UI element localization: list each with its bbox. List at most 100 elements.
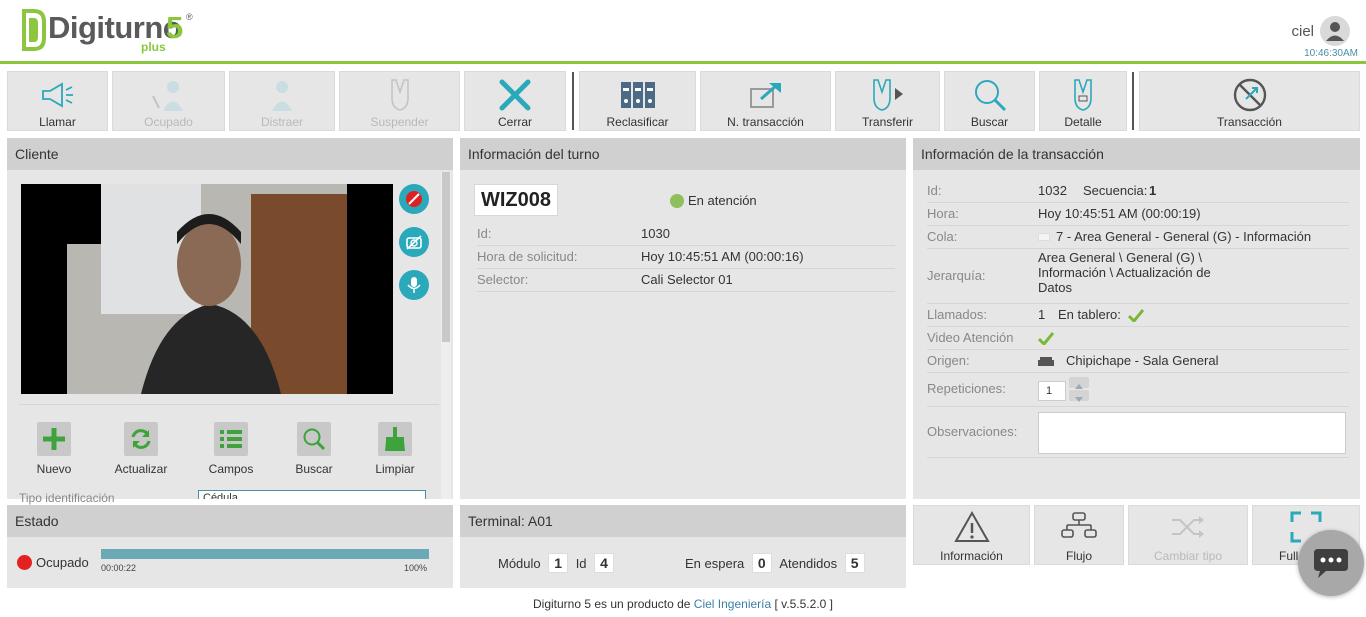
app-header: Digiturno 5 ® plus ciel 10:46:30AM — [0, 0, 1366, 64]
camera-off-button[interactable] — [399, 227, 429, 257]
tx-row-video: Video Atención — [927, 327, 1349, 350]
nuevo-button[interactable]: Nuevo — [18, 422, 90, 476]
footer-version: [ v.5.5.2.0 ] — [774, 597, 833, 611]
tipo-identificacion-field[interactable]: Cédula — [198, 490, 426, 499]
shuffle-icon — [1172, 516, 1204, 538]
tx-row-origen: Origen: Chipichape - Sala General — [927, 350, 1349, 373]
toolbar-button-detalle[interactable]: Detalle — [1039, 71, 1127, 131]
scrollbar-thumb[interactable] — [442, 172, 450, 342]
tx-row-cola: Cola: 7 - Area General - General (G) - I… — [927, 226, 1349, 249]
hangup-button[interactable] — [399, 184, 429, 214]
toolbar-button-n-transaccion[interactable]: N. transacción — [700, 71, 831, 131]
divider — [19, 404, 439, 405]
informacion-button[interactable]: Información — [913, 505, 1030, 565]
microphone-button[interactable] — [399, 270, 429, 300]
broom-icon — [385, 427, 405, 451]
user-name[interactable]: ciel — [1291, 23, 1314, 40]
footer-text: Digiturno 5 es un producto de — [533, 597, 691, 611]
turno-row: Id: 1030 — [477, 223, 895, 246]
logo-mark-icon — [22, 9, 46, 51]
transfer-icon — [872, 79, 903, 111]
terminal-panel: Terminal: A01 Módulo 1 Id 4 En espera 0 … — [460, 505, 906, 588]
turno-row: Selector: Cali Selector 01 — [477, 269, 895, 292]
elapsed-time: 00:00:22 — [101, 563, 137, 573]
modulo-label: Módulo — [498, 556, 541, 571]
estado-panel: Estado Ocupado 00:00:22 100% — [7, 505, 453, 588]
check-icon — [1038, 332, 1054, 345]
observaciones-textarea[interactable] — [1038, 412, 1346, 454]
footer-link[interactable]: Ciel Ingeniería — [694, 597, 771, 611]
terminal-stats: Módulo 1 Id 4 — [498, 553, 614, 574]
new-transaction-icon — [749, 83, 781, 108]
queue-icon — [1038, 233, 1050, 241]
flow-icon — [1061, 512, 1097, 538]
digiturno-logo: Digiturno 5 ® plus — [20, 8, 220, 54]
toolbar-button-suspender[interactable]: Suspender — [339, 71, 460, 131]
progress-track — [101, 549, 429, 559]
binders-icon — [620, 82, 655, 108]
megaphone-icon — [41, 82, 73, 108]
flujo-button[interactable]: Flujo — [1034, 505, 1124, 565]
client-video — [21, 184, 393, 394]
warning-icon — [953, 510, 990, 542]
toolbar-label: Transferir — [862, 115, 913, 129]
turno-panel: Información del turno WIZ008 En atención… — [460, 138, 906, 499]
search-icon — [303, 428, 326, 451]
repeticiones-input[interactable]: 1 — [1038, 381, 1066, 401]
limpiar-label: Limpiar — [375, 462, 415, 476]
search-icon — [974, 80, 1006, 112]
toolbar-button-llamar[interactable]: Llamar — [7, 71, 108, 131]
list-icon — [220, 430, 242, 448]
microphone-icon — [407, 277, 421, 293]
cliente-title: Cliente — [7, 138, 453, 170]
toolbar-button-cerrar[interactable]: Cerrar — [464, 71, 566, 131]
campos-button[interactable]: Campos — [195, 422, 267, 476]
limpiar-button[interactable]: Limpiar — [359, 422, 431, 476]
ticket-code: WIZ008 — [474, 184, 558, 216]
toolbar-label: Ocupado — [144, 115, 193, 129]
logo-registered: ® — [186, 12, 193, 22]
stop-icon — [406, 191, 422, 207]
toolbar-button-reclasificar[interactable]: Reclasificar — [579, 71, 696, 131]
spin-up-button[interactable] — [1069, 377, 1089, 389]
check-icon — [1128, 309, 1144, 322]
transaccion-title: Información de la transacción — [913, 138, 1360, 170]
toolbar-button-transaccion[interactable]: Transacción — [1139, 71, 1360, 131]
no-transaction-icon — [1233, 78, 1266, 112]
tx-row-observaciones: Observaciones: — [927, 407, 1349, 458]
user-avatar-icon[interactable] — [1320, 16, 1350, 46]
chat-button[interactable] — [1298, 530, 1364, 596]
nuevo-label: Nuevo — [36, 462, 72, 476]
plus-icon — [43, 428, 65, 450]
clock: 10:46:30AM — [1304, 48, 1358, 59]
cambiar-tipo-button[interactable]: Cambiar tipo — [1128, 505, 1248, 565]
actualizar-button[interactable]: Actualizar — [105, 422, 177, 476]
actualizar-label: Actualizar — [114, 462, 168, 476]
espera-value: 0 — [751, 553, 772, 573]
cliente-scrollbar[interactable] — [441, 172, 451, 499]
spin-down-button[interactable] — [1069, 390, 1089, 402]
detail-icon — [1074, 79, 1092, 111]
tipo-identificacion-label: Tipo identificación — [19, 491, 115, 505]
atendidos-value: 5 — [844, 553, 865, 573]
buscar-cliente-button[interactable]: Buscar — [278, 422, 350, 476]
status-dot-icon — [670, 194, 684, 208]
toolbar-label: Detalle — [1064, 115, 1102, 129]
toolbar-label: Cerrar — [497, 115, 532, 129]
toolbar-separator — [1132, 72, 1134, 130]
id-label: Id — [575, 556, 587, 571]
toolbar-label: Llamar — [39, 115, 76, 129]
cambiar-tipo-label: Cambiar tipo — [1153, 549, 1223, 563]
toolbar-button-buscar[interactable]: Buscar — [944, 71, 1035, 131]
toolbar-button-transferir[interactable]: Transferir — [835, 71, 940, 131]
espera-label: En espera — [685, 556, 745, 571]
tx-row-hora: Hora: Hoy 10:45:51 AM (00:00:19) — [927, 203, 1349, 226]
ticket-icon — [390, 79, 409, 111]
camera-off-icon — [406, 235, 422, 250]
toolbar-button-distraer[interactable]: Distraer — [229, 71, 335, 131]
terminal-title: Terminal: A01 — [460, 505, 906, 537]
footer: Digiturno 5 es un producto de Ciel Ingen… — [0, 597, 1366, 611]
toolbar-button-ocupado[interactable]: Ocupado — [112, 71, 225, 131]
estado-status: Ocupado — [36, 555, 89, 570]
flujo-label: Flujo — [1065, 549, 1092, 563]
